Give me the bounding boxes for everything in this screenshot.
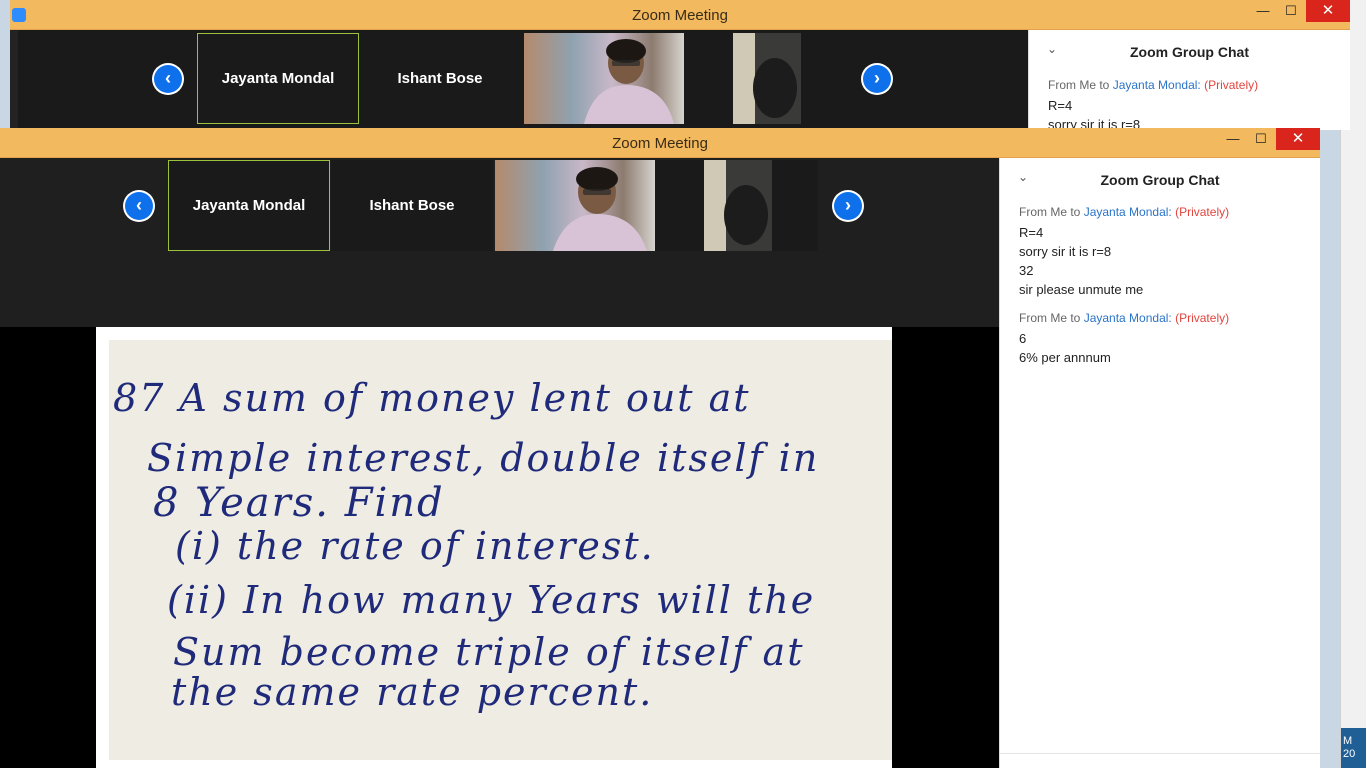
- chat-message-line: 6% per annnum: [1019, 350, 1111, 365]
- handwritten-line: 87 A sum of money lent out at: [113, 376, 751, 420]
- next-page-button[interactable]: ›: [832, 190, 864, 222]
- shared-screen: 87 A sum of money lent out at Simple int…: [96, 327, 892, 768]
- handwritten-line: 8 Years. Find: [153, 480, 445, 526]
- chat-message-group: From Me to Jayanta Mondal: (Privately) R…: [1019, 205, 1229, 299]
- student-video-frame: [553, 167, 647, 251]
- maximize-button[interactable]: ☐: [1276, 0, 1306, 22]
- title-bar: Zoom Meeting — ☐ ✕: [0, 128, 1320, 158]
- zoom-window-back: Zoom Meeting — ☐ ✕ ‹ Jayanta Mondal Isha…: [10, 0, 1350, 132]
- participant-name: Ishant Bose: [369, 197, 455, 214]
- chevron-right-icon: ›: [863, 65, 891, 93]
- chat-message-line: sorry sir it is r=8: [1019, 244, 1112, 259]
- chevron-left-icon: ‹: [125, 192, 153, 220]
- participant-name: Jayanta Mondal: [221, 70, 335, 87]
- handwritten-line: (ii) In how many Years will the: [167, 578, 816, 622]
- participant-tile[interactable]: Ishant Bose: [359, 33, 521, 124]
- chat-header: Zoom Group Chat: [1100, 172, 1220, 188]
- prev-page-button[interactable]: ‹: [123, 190, 155, 222]
- chat-from: From Me to: [1048, 78, 1110, 92]
- video-strip: ‹ Jayanta Mondal Ishant Bose ›: [18, 30, 1028, 130]
- taskbar-clock[interactable]: M 20: [1341, 728, 1366, 768]
- chat-message-group: From Me to Jayanta Mondal: (Privately) 6…: [1019, 311, 1229, 367]
- chat-panel: ⌄ Zoom Group Chat From Me to Jayanta Mon…: [1028, 30, 1350, 132]
- window-title: Zoom Meeting: [632, 7, 728, 24]
- chat-message-line: 32: [1019, 263, 1034, 278]
- student-video-frame: [584, 39, 674, 124]
- chat-message-line: R=4: [1048, 98, 1073, 113]
- minimize-button[interactable]: —: [1218, 128, 1248, 150]
- chat-recipient-link[interactable]: Jayanta Mondal:: [1084, 205, 1172, 219]
- title-bar: Zoom Meeting — ☐ ✕: [10, 0, 1350, 30]
- close-button[interactable]: ✕: [1276, 128, 1320, 150]
- privacy-label: (Privately): [1175, 311, 1230, 325]
- participant-tile[interactable]: Ishant Bose: [331, 160, 493, 251]
- chat-panel: ⌄ Zoom Group Chat From Me to Jayanta Mon…: [999, 158, 1320, 768]
- participant-video[interactable]: [524, 33, 684, 124]
- participant-name: Ishant Bose: [397, 70, 483, 87]
- close-button[interactable]: ✕: [1306, 0, 1350, 22]
- desktop: M 20 Zoom Meeting — ☐ ✕ ‹ Jayanta Mondal…: [0, 0, 1366, 768]
- chat-message-group: From Me to Jayanta Mondal: (Privately) R…: [1048, 78, 1258, 134]
- chat-message-line: 6: [1019, 331, 1027, 346]
- participant-video[interactable]: [733, 33, 801, 124]
- privacy-label: (Privately): [1204, 78, 1259, 92]
- chat-recipient-link[interactable]: Jayanta Mondal:: [1113, 78, 1201, 92]
- clock-fragment: M 20: [1343, 735, 1356, 760]
- participant-video[interactable]: [495, 160, 655, 251]
- participant-name: Jayanta Mondal: [192, 197, 306, 214]
- next-page-button[interactable]: ›: [861, 63, 893, 95]
- handwritten-line: Simple interest, double itself in: [147, 436, 820, 480]
- maximize-button[interactable]: ☐: [1246, 128, 1276, 150]
- dark-video-frame: [704, 160, 768, 251]
- chat-message-line: R=4: [1019, 225, 1044, 240]
- dark-video-frame: [733, 33, 797, 124]
- chat-message-line: sir please unmute me: [1019, 282, 1144, 297]
- chat-from: From Me to: [1019, 205, 1081, 219]
- handwritten-line: the same rate percent.: [171, 670, 654, 714]
- handwritten-line: (i) the rate of interest.: [175, 524, 655, 568]
- chevron-right-icon: ›: [834, 192, 862, 220]
- chat-recipient-link[interactable]: Jayanta Mondal:: [1084, 311, 1172, 325]
- chat-header: Zoom Group Chat: [1130, 44, 1249, 60]
- handwritten-page: 87 A sum of money lent out at Simple int…: [109, 340, 892, 760]
- prev-page-button[interactable]: ‹: [152, 63, 184, 95]
- participant-tile[interactable]: Jayanta Mondal: [168, 160, 330, 251]
- minimize-button[interactable]: —: [1248, 0, 1278, 22]
- window-title: Zoom Meeting: [612, 135, 708, 152]
- participant-video[interactable]: [704, 160, 772, 251]
- handwritten-line: Sum become triple of itself at: [173, 630, 805, 674]
- chevron-left-icon: ‹: [154, 65, 182, 93]
- chat-from: From Me to: [1019, 311, 1081, 325]
- chat-input-divider: [1000, 753, 1320, 754]
- video-strip: ‹ Jayanta Mondal Ishant Bose ›: [0, 158, 999, 327]
- privacy-label: (Privately): [1175, 205, 1230, 219]
- participant-tile[interactable]: Jayanta Mondal: [197, 33, 359, 124]
